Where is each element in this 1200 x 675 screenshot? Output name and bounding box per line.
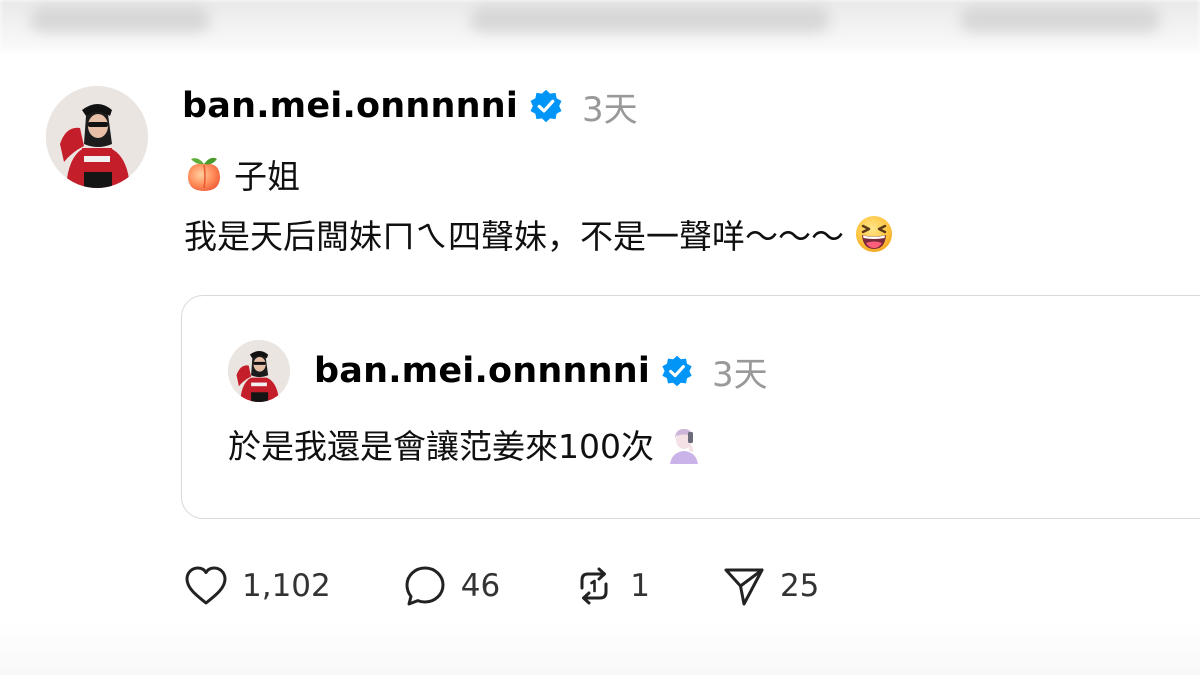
- post-action-bar: 1,102 46 1 25: [182, 560, 819, 612]
- post-text-line-1-text: 子姐: [234, 157, 300, 196]
- post-header: ban.mei.onnnnni 3天: [182, 80, 638, 132]
- quoted-author-avatar[interactable]: [228, 340, 290, 402]
- post-text-line-2: 我是天后闆妹ㄇㄟ四聲妹，不是一聲咩～～～: [184, 210, 894, 258]
- repost-button[interactable]: 1: [570, 562, 650, 610]
- quoted-post-timestamp: 3天: [712, 354, 768, 395]
- person-with-phone-emoji: [664, 424, 704, 464]
- author-username[interactable]: ban.mei.onnnnni: [182, 86, 518, 126]
- post-text-line-2-text: 我是天后闆妹ㄇㄟ四聲妹，不是一聲咩～～～: [184, 217, 844, 256]
- like-button[interactable]: 1,102: [182, 562, 331, 610]
- laughing-emoji: [854, 214, 894, 254]
- peach-emoji: [184, 154, 224, 194]
- like-count: 1,102: [242, 568, 331, 604]
- quoted-post-header: ban.mei.onnnnni 3天: [314, 346, 768, 396]
- repost-count: 1: [630, 568, 650, 604]
- bottom-fade: [0, 622, 1200, 675]
- verified-badge-icon: [528, 88, 564, 124]
- verified-badge-icon: [660, 354, 694, 388]
- quoted-post-text: 於是我還是會讓范姜來100次: [228, 420, 704, 468]
- send-icon: [724, 568, 764, 606]
- share-button[interactable]: 25: [720, 562, 819, 610]
- reply-count: 46: [460, 568, 501, 604]
- author-avatar[interactable]: [46, 86, 148, 188]
- quoted-author-username[interactable]: ban.mei.onnnnni: [314, 351, 650, 391]
- quoted-post-text-content: 於是我還是會讓范姜來100次: [228, 427, 654, 466]
- blurred-previous-post: [0, 0, 1200, 52]
- repost-icon: [580, 567, 608, 605]
- threads-post-screen: ban.mei.onnnnni 3天 子姐 我是天后闆妹ㄇㄟ四聲妹，不是一聲咩～…: [0, 0, 1200, 675]
- share-count: 25: [779, 568, 820, 604]
- reply-button[interactable]: 46: [401, 562, 500, 610]
- comment-icon: [405, 566, 445, 606]
- post-text-line-1: 子姐: [184, 150, 300, 198]
- quoted-post-card[interactable]: ban.mei.onnnnni 3天 於是我還是會讓范姜來100次: [181, 295, 1200, 519]
- heart-icon: [185, 566, 227, 605]
- post-timestamp: 3天: [582, 89, 638, 130]
